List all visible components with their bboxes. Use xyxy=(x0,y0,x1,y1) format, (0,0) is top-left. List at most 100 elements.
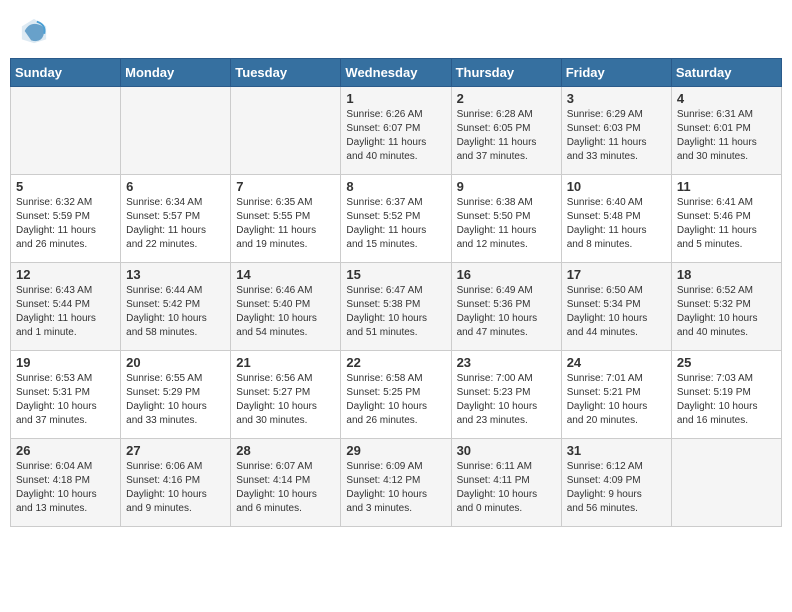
day-content: Sunrise: 6:38 AM Sunset: 5:50 PM Dayligh… xyxy=(457,196,556,252)
calendar-cell: 8 Sunrise: 6:37 AM Sunset: 5:52 PM Daylig… xyxy=(341,175,451,263)
logo-icon xyxy=(20,17,48,45)
day-content: Sunrise: 6:47 AM Sunset: 5:38 PM Dayligh… xyxy=(346,284,445,340)
calendar-week-row: 19 Sunrise: 6:53 AM Sunset: 5:31 PM Dayli… xyxy=(11,351,782,439)
calendar-cell xyxy=(11,87,121,175)
weekday-header-tuesday: Tuesday xyxy=(231,59,341,87)
day-content: Sunrise: 6:11 AM Sunset: 4:11 PM Dayligh… xyxy=(457,460,556,516)
calendar-cell: 27 Sunrise: 6:06 AM Sunset: 4:16 PM Dayli… xyxy=(121,439,231,527)
calendar-week-row: 5 Sunrise: 6:32 AM Sunset: 5:59 PM Daylig… xyxy=(11,175,782,263)
day-content: Sunrise: 6:53 AM Sunset: 5:31 PM Dayligh… xyxy=(16,372,115,428)
day-content: Sunrise: 6:44 AM Sunset: 5:42 PM Dayligh… xyxy=(126,284,225,340)
calendar-cell: 25 Sunrise: 7:03 AM Sunset: 5:19 PM Dayli… xyxy=(671,351,781,439)
day-content: Sunrise: 6:55 AM Sunset: 5:29 PM Dayligh… xyxy=(126,372,225,428)
day-number: 12 xyxy=(16,267,115,282)
day-number: 24 xyxy=(567,355,666,370)
calendar-cell: 9 Sunrise: 6:38 AM Sunset: 5:50 PM Daylig… xyxy=(451,175,561,263)
day-number: 27 xyxy=(126,443,225,458)
day-number: 26 xyxy=(16,443,115,458)
logo xyxy=(20,15,52,45)
day-number: 15 xyxy=(346,267,445,282)
day-content: Sunrise: 6:52 AM Sunset: 5:32 PM Dayligh… xyxy=(677,284,776,340)
day-content: Sunrise: 6:34 AM Sunset: 5:57 PM Dayligh… xyxy=(126,196,225,252)
day-number: 31 xyxy=(567,443,666,458)
weekday-header-thursday: Thursday xyxy=(451,59,561,87)
day-content: Sunrise: 6:09 AM Sunset: 4:12 PM Dayligh… xyxy=(346,460,445,516)
calendar-cell: 22 Sunrise: 6:58 AM Sunset: 5:25 PM Dayli… xyxy=(341,351,451,439)
weekday-header-monday: Monday xyxy=(121,59,231,87)
day-number: 20 xyxy=(126,355,225,370)
day-content: Sunrise: 6:50 AM Sunset: 5:34 PM Dayligh… xyxy=(567,284,666,340)
day-content: Sunrise: 6:06 AM Sunset: 4:16 PM Dayligh… xyxy=(126,460,225,516)
calendar-table: SundayMondayTuesdayWednesdayThursdayFrid… xyxy=(10,58,782,527)
day-content: Sunrise: 6:58 AM Sunset: 5:25 PM Dayligh… xyxy=(346,372,445,428)
day-content: Sunrise: 6:31 AM Sunset: 6:01 PM Dayligh… xyxy=(677,108,776,164)
calendar-cell: 21 Sunrise: 6:56 AM Sunset: 5:27 PM Dayli… xyxy=(231,351,341,439)
day-number: 21 xyxy=(236,355,335,370)
calendar-cell xyxy=(231,87,341,175)
calendar-week-row: 26 Sunrise: 6:04 AM Sunset: 4:18 PM Dayli… xyxy=(11,439,782,527)
calendar-cell: 14 Sunrise: 6:46 AM Sunset: 5:40 PM Dayli… xyxy=(231,263,341,351)
day-number: 19 xyxy=(16,355,115,370)
day-content: Sunrise: 6:35 AM Sunset: 5:55 PM Dayligh… xyxy=(236,196,335,252)
calendar-cell: 15 Sunrise: 6:47 AM Sunset: 5:38 PM Dayli… xyxy=(341,263,451,351)
day-content: Sunrise: 6:56 AM Sunset: 5:27 PM Dayligh… xyxy=(236,372,335,428)
day-number: 4 xyxy=(677,91,776,106)
calendar-cell: 12Sunrise: 6:43 AM Sunset: 5:44 PM Dayli… xyxy=(11,263,121,351)
calendar-cell: 20 Sunrise: 6:55 AM Sunset: 5:29 PM Dayli… xyxy=(121,351,231,439)
calendar-cell xyxy=(671,439,781,527)
day-number: 18 xyxy=(677,267,776,282)
day-number: 28 xyxy=(236,443,335,458)
calendar-cell: 3Sunrise: 6:29 AM Sunset: 6:03 PM Daylig… xyxy=(561,87,671,175)
day-number: 11 xyxy=(677,179,776,194)
calendar-cell: 24 Sunrise: 7:01 AM Sunset: 5:21 PM Dayli… xyxy=(561,351,671,439)
calendar-cell: 19 Sunrise: 6:53 AM Sunset: 5:31 PM Dayli… xyxy=(11,351,121,439)
calendar-cell: 26 Sunrise: 6:04 AM Sunset: 4:18 PM Dayli… xyxy=(11,439,121,527)
calendar-cell: 16Sunrise: 6:49 AM Sunset: 5:36 PM Dayli… xyxy=(451,263,561,351)
day-number: 8 xyxy=(346,179,445,194)
day-content: Sunrise: 7:03 AM Sunset: 5:19 PM Dayligh… xyxy=(677,372,776,428)
day-content: Sunrise: 6:04 AM Sunset: 4:18 PM Dayligh… xyxy=(16,460,115,516)
calendar-cell: 1 Sunrise: 6:26 AM Sunset: 6:07 PM Daylig… xyxy=(341,87,451,175)
calendar-cell: 28 Sunrise: 6:07 AM Sunset: 4:14 PM Dayli… xyxy=(231,439,341,527)
day-content: Sunrise: 6:49 AM Sunset: 5:36 PM Dayligh… xyxy=(457,284,556,340)
calendar-cell: 10 Sunrise: 6:40 AM Sunset: 5:48 PM Dayli… xyxy=(561,175,671,263)
day-number: 1 xyxy=(346,91,445,106)
day-number: 25 xyxy=(677,355,776,370)
calendar-cell: 29 Sunrise: 6:09 AM Sunset: 4:12 PM Dayli… xyxy=(341,439,451,527)
day-content: Sunrise: 6:40 AM Sunset: 5:48 PM Dayligh… xyxy=(567,196,666,252)
calendar-week-row: 12Sunrise: 6:43 AM Sunset: 5:44 PM Dayli… xyxy=(11,263,782,351)
day-content: Sunrise: 6:32 AM Sunset: 5:59 PM Dayligh… xyxy=(16,196,115,252)
calendar-cell: 6Sunrise: 6:34 AM Sunset: 5:57 PM Daylig… xyxy=(121,175,231,263)
calendar-cell: 5 Sunrise: 6:32 AM Sunset: 5:59 PM Daylig… xyxy=(11,175,121,263)
day-number: 9 xyxy=(457,179,556,194)
day-number: 22 xyxy=(346,355,445,370)
day-content: Sunrise: 7:01 AM Sunset: 5:21 PM Dayligh… xyxy=(567,372,666,428)
day-content: Sunrise: 6:07 AM Sunset: 4:14 PM Dayligh… xyxy=(236,460,335,516)
day-content: Sunrise: 6:37 AM Sunset: 5:52 PM Dayligh… xyxy=(346,196,445,252)
day-content: Sunrise: 6:28 AM Sunset: 6:05 PM Dayligh… xyxy=(457,108,556,164)
weekday-header-sunday: Sunday xyxy=(11,59,121,87)
calendar-cell: 7Sunrise: 6:35 AM Sunset: 5:55 PM Daylig… xyxy=(231,175,341,263)
day-content: Sunrise: 6:12 AM Sunset: 4:09 PM Dayligh… xyxy=(567,460,666,516)
day-number: 3 xyxy=(567,91,666,106)
calendar-cell: 31 Sunrise: 6:12 AM Sunset: 4:09 PM Dayli… xyxy=(561,439,671,527)
day-content: Sunrise: 6:46 AM Sunset: 5:40 PM Dayligh… xyxy=(236,284,335,340)
weekday-header-wednesday: Wednesday xyxy=(341,59,451,87)
calendar-header: SundayMondayTuesdayWednesdayThursdayFrid… xyxy=(11,59,782,87)
calendar-cell xyxy=(121,87,231,175)
calendar-week-row: 1 Sunrise: 6:26 AM Sunset: 6:07 PM Daylig… xyxy=(11,87,782,175)
day-content: Sunrise: 7:00 AM Sunset: 5:23 PM Dayligh… xyxy=(457,372,556,428)
day-number: 10 xyxy=(567,179,666,194)
day-content: Sunrise: 6:26 AM Sunset: 6:07 PM Dayligh… xyxy=(346,108,445,164)
calendar-cell: 11Sunrise: 6:41 AM Sunset: 5:46 PM Dayli… xyxy=(671,175,781,263)
weekday-header-saturday: Saturday xyxy=(671,59,781,87)
day-number: 17 xyxy=(567,267,666,282)
calendar-cell: 30Sunrise: 6:11 AM Sunset: 4:11 PM Dayli… xyxy=(451,439,561,527)
calendar-cell: 13Sunrise: 6:44 AM Sunset: 5:42 PM Dayli… xyxy=(121,263,231,351)
day-number: 29 xyxy=(346,443,445,458)
day-number: 2 xyxy=(457,91,556,106)
weekday-header-friday: Friday xyxy=(561,59,671,87)
calendar-cell: 2 Sunrise: 6:28 AM Sunset: 6:05 PM Daylig… xyxy=(451,87,561,175)
day-number: 5 xyxy=(16,179,115,194)
day-number: 14 xyxy=(236,267,335,282)
